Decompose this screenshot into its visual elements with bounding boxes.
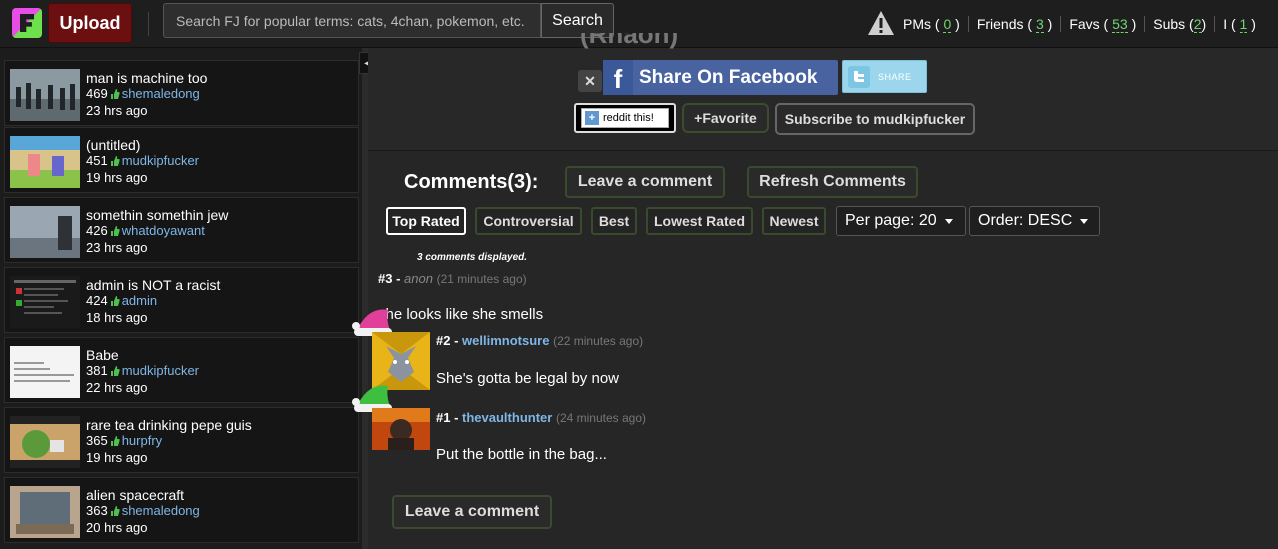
sidebar-item-age: 23 hrs ago bbox=[86, 103, 148, 118]
sort-lowest-rated[interactable]: Lowest Rated bbox=[646, 207, 753, 235]
sidebar-item-user[interactable]: mudkipfucker bbox=[122, 363, 199, 378]
sidebar-item[interactable]: Babe 381 mudkipfucker 22 hrs ago bbox=[4, 337, 359, 403]
chevron-down-icon bbox=[944, 218, 953, 224]
comment-text: Put the bottle in the bag... bbox=[436, 446, 607, 463]
leave-comment-bottom-button[interactable]: Leave a comment bbox=[392, 495, 552, 529]
user-nav: PMs ( 0 ) Friends ( 3 ) Favs ( 53 ) Subs… bbox=[903, 16, 1256, 33]
sidebar-item-title[interactable]: somethin somethin jew bbox=[86, 207, 228, 223]
content-title: (Rnaon) bbox=[580, 33, 679, 49]
comment-text: She's gotta be legal by now bbox=[436, 370, 619, 387]
search-input[interactable] bbox=[163, 3, 541, 38]
sidebar-item-user[interactable]: hurpfry bbox=[122, 433, 162, 448]
sort-best[interactable]: Best bbox=[591, 207, 637, 235]
leave-comment-button[interactable]: Leave a comment bbox=[565, 166, 725, 198]
sidebar-item-age: 22 hrs ago bbox=[86, 380, 148, 395]
refresh-comments-button[interactable]: Refresh Comments bbox=[747, 166, 918, 198]
thumbnail bbox=[10, 416, 80, 468]
sidebar-item-meta: 363 shemaledong bbox=[86, 503, 200, 518]
sidebar-item-age: 23 hrs ago bbox=[86, 240, 148, 255]
sidebar-item-age: 19 hrs ago bbox=[86, 170, 148, 185]
sort-top-rated[interactable]: Top Rated bbox=[386, 207, 466, 235]
subscribe-button[interactable]: Subscribe to mudkipfucker bbox=[775, 103, 975, 135]
nav-subs[interactable]: Subs (2) bbox=[1153, 16, 1206, 33]
sort-newest[interactable]: Newest bbox=[762, 207, 826, 235]
order-select[interactable]: Order: DESC bbox=[969, 206, 1100, 236]
plus-icon: + bbox=[585, 111, 599, 125]
sidebar-item[interactable]: somethin somethin jew 426 whatdoyawant 23… bbox=[4, 197, 359, 263]
avatar bbox=[372, 408, 430, 450]
sidebar-item-user[interactable]: shemaledong bbox=[122, 86, 200, 101]
comment-author: anon bbox=[404, 271, 433, 286]
sidebar-item-title[interactable]: (untitled) bbox=[86, 137, 140, 153]
thumb-up-icon bbox=[110, 505, 120, 516]
thumb-up-icon bbox=[110, 155, 120, 166]
nav-favs[interactable]: Favs ( 53 ) bbox=[1069, 16, 1136, 33]
comments-heading: Comments(3): bbox=[404, 171, 539, 193]
sidebar-item[interactable]: rare tea drinking pepe guis 365 hurpfry 1… bbox=[4, 407, 359, 473]
comment-header: #2 - wellimnotsure (22 minutes ago) bbox=[436, 333, 644, 348]
thumbnail bbox=[10, 346, 80, 398]
thumb-up-icon bbox=[110, 88, 120, 99]
upload-button[interactable]: Upload bbox=[48, 3, 132, 43]
sidebar-item[interactable]: alien spacecraft 363 shemaledong 20 hrs a… bbox=[4, 477, 359, 543]
comment-text: she looks like she smells bbox=[378, 306, 544, 323]
warning-icon[interactable] bbox=[867, 9, 895, 37]
comment-author[interactable]: wellimnotsure bbox=[462, 333, 549, 348]
sidebar-item-age: 18 hrs ago bbox=[86, 310, 148, 325]
funnyjunk-logo[interactable] bbox=[12, 8, 42, 38]
sidebar-item[interactable]: (untitled) 451 mudkipfucker 19 hrs ago bbox=[4, 127, 359, 193]
sidebar-item[interactable]: admin is NOT a racist 424 admin 18 hrs ag… bbox=[4, 267, 359, 333]
sidebar-item-user[interactable]: whatdoyawant bbox=[122, 223, 205, 238]
thumbnail bbox=[10, 486, 80, 538]
thumb-up-icon bbox=[110, 365, 120, 376]
sidebar-item-age: 20 hrs ago bbox=[86, 520, 148, 535]
share-facebook-label: Share On Facebook bbox=[639, 66, 818, 88]
comment-author[interactable]: thevaulthunter bbox=[462, 410, 552, 425]
sidebar-item-title[interactable]: admin is NOT a racist bbox=[86, 277, 220, 293]
thumbnail bbox=[10, 136, 80, 188]
thumb-up-icon bbox=[110, 295, 120, 306]
sidebar-item-user[interactable]: admin bbox=[122, 293, 157, 308]
per-page-select[interactable]: Per page: 20 bbox=[836, 206, 966, 236]
thumbnail bbox=[10, 276, 80, 328]
reddit-label: reddit this! bbox=[603, 112, 654, 124]
favorite-button[interactable]: +Favorite bbox=[682, 103, 769, 133]
sidebar-item-user[interactable]: shemaledong bbox=[122, 503, 200, 518]
comment-header: #1 - thevaulthunter (24 minutes ago) bbox=[436, 410, 646, 425]
sidebar-item-user[interactable]: mudkipfucker bbox=[122, 153, 199, 168]
divider bbox=[148, 12, 149, 36]
nav-friends[interactable]: Friends ( 3 ) bbox=[977, 16, 1052, 33]
chevron-down-icon bbox=[1080, 218, 1089, 224]
sidebar-item-meta: 451 mudkipfucker bbox=[86, 153, 200, 168]
reddit-this-button[interactable]: + reddit this! bbox=[574, 103, 676, 133]
close-icon[interactable]: ✕ bbox=[578, 70, 602, 92]
sidebar-item-meta: 424 admin bbox=[86, 293, 158, 308]
sidebar-item-title[interactable]: rare tea drinking pepe guis bbox=[86, 417, 252, 433]
sidebar-item-title[interactable]: man is machine too bbox=[86, 70, 207, 86]
sidebar-item[interactable]: man is machine too 469 shemaledong 23 hrs… bbox=[4, 60, 359, 126]
share-facebook-button[interactable]: f Share On Facebook bbox=[603, 60, 838, 95]
sort-controversial[interactable]: Controversial bbox=[475, 207, 582, 235]
share-twitter-button[interactable]: SHARE bbox=[842, 60, 927, 93]
thumb-up-icon bbox=[110, 435, 120, 446]
thumbnail bbox=[10, 69, 80, 121]
facebook-icon: f bbox=[603, 60, 633, 95]
comment-header: #3 - anon (21 minutes ago) bbox=[378, 271, 527, 286]
sidebar-item-meta: 381 mudkipfucker bbox=[86, 363, 200, 378]
thumb-up-icon bbox=[110, 225, 120, 236]
sidebar-item-age: 19 hrs ago bbox=[86, 450, 148, 465]
sidebar-item-meta: 365 hurpfry bbox=[86, 433, 163, 448]
sidebar-item-title[interactable]: alien spacecraft bbox=[86, 487, 184, 503]
sidebar-item-meta: 426 whatdoyawant bbox=[86, 223, 205, 238]
twitter-icon bbox=[848, 65, 870, 88]
sidebar-item-meta: 469 shemaledong bbox=[86, 86, 200, 101]
comments-count-text: 3 comments displayed. bbox=[417, 252, 528, 263]
sidebar-item-title[interactable]: Babe bbox=[86, 347, 119, 363]
thumbnail bbox=[10, 206, 80, 258]
nav-i[interactable]: I ( 1 ) bbox=[1223, 16, 1256, 33]
nav-pms[interactable]: PMs ( 0 ) bbox=[903, 16, 960, 33]
share-twitter-label: SHARE bbox=[878, 71, 912, 82]
